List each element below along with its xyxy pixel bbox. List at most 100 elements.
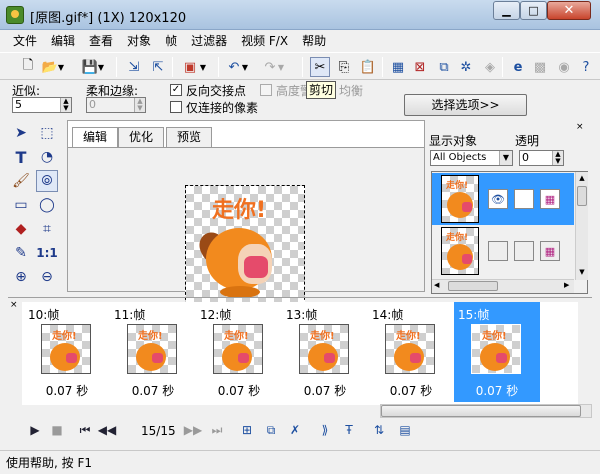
actual-size-icon[interactable]: 1:1 [36, 242, 58, 264]
copy-icon[interactable]: ⎘ [334, 57, 354, 77]
layer-hscroll[interactable]: ◀ ▶ [432, 279, 574, 293]
cut-icon[interactable]: ✂ [310, 57, 330, 77]
object-icon[interactable]: ✲ [456, 57, 476, 77]
scroll-right-icon[interactable]: ▶ [564, 281, 569, 289]
help-icon[interactable]: ? [576, 57, 596, 77]
menu-file[interactable]: 文件 [6, 32, 44, 49]
next-frame-icon[interactable]: ▶▶ [184, 421, 202, 439]
frame-delay[interactable]: 0.07 秒 [110, 382, 196, 399]
close-button[interactable]: ✕ [547, 1, 591, 20]
menu-help[interactable]: 帮助 [295, 32, 333, 49]
hscroll-thumb[interactable] [448, 281, 498, 291]
tab-edit[interactable]: 编辑 [72, 127, 119, 148]
layer-item[interactable]: 走你! 👁 ▦ [432, 173, 574, 225]
frame-delay[interactable]: 0.07 秒 [24, 382, 110, 399]
eraser-tool-icon[interactable]: ▭ [10, 194, 32, 216]
frame-properties-icon[interactable]: ▤ [396, 421, 414, 439]
tab-optimize[interactable]: 优化 [118, 127, 165, 147]
export-icon[interactable]: ⇱ [148, 57, 168, 77]
stop-icon[interactable]: ■ [48, 421, 66, 439]
eye-icon[interactable]: 👁 [488, 189, 508, 209]
last-frame-icon[interactable]: ⏭ [208, 421, 226, 439]
first-frame-icon[interactable]: ⏮ [76, 421, 94, 439]
frame-item[interactable]: 12:帧 走你! 0.07 秒 [196, 302, 282, 402]
eye-icon[interactable] [488, 241, 508, 261]
menu-edit[interactable]: 编辑 [44, 32, 82, 49]
color-dropdown-icon[interactable]: ▼ [198, 57, 208, 77]
connect-checkbox[interactable] [170, 101, 182, 113]
layer-vscroll[interactable]: ▲ ▼ [575, 172, 588, 280]
scroll-thumb[interactable] [577, 186, 587, 206]
lock-icon[interactable] [514, 241, 534, 261]
panel-close-icon[interactable]: × [576, 122, 586, 132]
duplicate-frame-icon[interactable]: ⧉ [262, 421, 280, 439]
menu-view[interactable]: 查看 [82, 32, 120, 49]
frame-item[interactable]: 10:帧 走你! 0.07 秒 [24, 302, 110, 402]
undo-dropdown-icon[interactable]: ▼ [240, 57, 250, 77]
frame-item[interactable]: 14:帧 走你! 0.07 秒 [368, 302, 454, 402]
paste-icon[interactable]: 📋 [358, 57, 378, 77]
zoom-out-icon[interactable]: ⊖ [36, 266, 58, 288]
lock-icon[interactable] [514, 189, 534, 209]
import-icon[interactable]: ⇲ [124, 57, 144, 77]
frame-item-selected[interactable]: 15:帧 走你! 0.07 秒 [454, 302, 540, 402]
highlight-checkbox[interactable] [260, 84, 272, 96]
frame-delay[interactable]: 0.07 秒 [368, 382, 454, 399]
zoom-in-icon[interactable]: ⊕ [10, 266, 32, 288]
fill-tool-icon[interactable]: ◆ [10, 218, 32, 240]
frames-hscroll-thumb[interactable] [381, 405, 581, 417]
frame-add-icon[interactable]: ▦ [388, 57, 408, 77]
rotate-tool-icon[interactable]: ◔ [36, 146, 58, 168]
reverse-checkbox[interactable]: ✓ [170, 84, 182, 96]
tween-icon[interactable]: ⟫ [316, 421, 334, 439]
object-filter-select[interactable]: All Objects ▼ [430, 150, 513, 166]
frame-panel-close-icon[interactable]: × [10, 300, 18, 310]
play-icon[interactable]: ▶ [26, 421, 44, 439]
add-frame-icon[interactable]: ⊞ [238, 421, 256, 439]
ns-preview-icon[interactable]: ▩ [530, 57, 550, 77]
redo-dropdown-icon[interactable]: ▼ [276, 57, 286, 77]
crop-tool-icon[interactable]: ⌗ [36, 218, 58, 240]
open-dropdown-icon[interactable]: ▼ [56, 57, 66, 77]
layer-color-icon[interactable]: ▦ [540, 241, 560, 261]
menu-object[interactable]: 对象 [120, 32, 158, 49]
similar-input[interactable]: 5 ▲ ▼ [12, 97, 72, 113]
ellipse-select-icon[interactable]: ◯ [36, 194, 58, 216]
opacity-input[interactable]: 0 ▲ ▼ [519, 150, 564, 166]
save-dropdown-icon[interactable]: ▼ [96, 57, 106, 77]
minimize-button[interactable]: ▁ [493, 1, 520, 20]
frame-delay[interactable]: 0.07 秒 [282, 382, 368, 399]
text-effect-icon[interactable]: Ŧ [340, 421, 358, 439]
tab-preview[interactable]: 预览 [166, 127, 213, 147]
select-options-button[interactable]: 选择选项>> [404, 94, 527, 116]
lasso-tool-icon[interactable]: ⦾ [36, 170, 58, 192]
soft-edge-input[interactable]: 0 ▲ ▼ [86, 97, 146, 113]
menu-frame[interactable]: 帧 [158, 32, 184, 49]
reverse-frames-icon[interactable]: ⇅ [370, 421, 388, 439]
eyedropper-tool-icon[interactable]: ✎ [10, 242, 32, 264]
brush-tool-icon[interactable]: 🖌 [10, 170, 32, 192]
image-canvas[interactable]: 走你! [185, 185, 305, 305]
frames-hscroll[interactable] [380, 404, 592, 418]
frame-item[interactable]: 11:帧 走你! 0.07 秒 [110, 302, 196, 402]
marquee-tool-icon[interactable]: ⬚ [36, 122, 58, 144]
maximize-button[interactable]: □ [520, 1, 547, 20]
new-icon[interactable]: 🗋 [18, 57, 38, 77]
frame-delete-icon[interactable]: ⊠ [410, 57, 430, 77]
object-dim-icon[interactable]: ◈ [480, 57, 500, 77]
arrow-tool-icon[interactable]: ➤ [10, 122, 32, 144]
frame-item[interactable]: 13:帧 走你! 0.07 秒 [282, 302, 368, 402]
scroll-left-icon[interactable]: ◀ [434, 281, 439, 289]
color-icon[interactable]: ▣ [180, 57, 200, 77]
layer-color-icon[interactable]: ▦ [540, 189, 560, 209]
prev-frame-icon[interactable]: ◀◀ [98, 421, 116, 439]
crop-icon[interactable]: ⧉ [434, 57, 454, 77]
text-tool-icon[interactable]: T [10, 146, 32, 168]
delete-frame-icon[interactable]: ✗ [286, 421, 304, 439]
browser-preview-icon[interactable]: ◉ [554, 57, 574, 77]
frame-delay[interactable]: 0.07 秒 [454, 382, 540, 399]
frame-delay[interactable]: 0.07 秒 [196, 382, 282, 399]
layer-item[interactable]: 走你! ▦ [432, 225, 574, 277]
menu-filter[interactable]: 过滤器 [184, 32, 234, 49]
scroll-down-icon[interactable]: ▼ [577, 268, 587, 276]
